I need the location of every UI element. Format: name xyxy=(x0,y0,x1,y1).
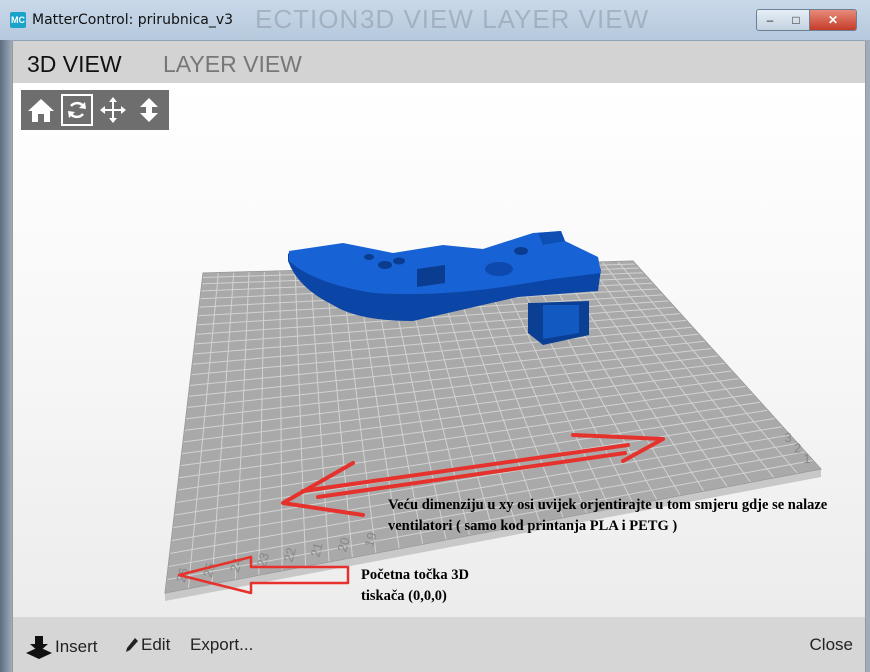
3d-viewport[interactable]: 26 25 24 23 22 21 20 19 123 Veću dimenzi… xyxy=(12,83,866,617)
window-left-border xyxy=(0,40,12,672)
view-controls-toolbar xyxy=(21,90,169,130)
close-window-button[interactable]: ✕ xyxy=(810,9,857,31)
orientation-note: Veću dimenziju u xy osi uvijek orjentira… xyxy=(388,497,828,534)
bed-label: 2 xyxy=(794,440,801,455)
view-tab-bar: 3D VIEW LAYER VIEW xyxy=(12,41,866,83)
tab-3d-view[interactable]: 3D VIEW xyxy=(27,51,122,78)
pencil-icon xyxy=(126,638,138,652)
insert-icon xyxy=(26,636,52,659)
origin-note-line-2: tiskača (0,0,0) xyxy=(361,588,447,604)
origin-note: Početna točka 3D tiskača (0,0,0) xyxy=(361,565,561,607)
export-label: Export... xyxy=(190,635,254,654)
window-title: MatterControl: prirubnica_v3 xyxy=(32,12,234,28)
origin-note-line-1: Početna točka 3D xyxy=(361,567,469,583)
zoom-icon xyxy=(140,98,158,122)
bed-label: 1 xyxy=(803,451,810,466)
background-window-tabs: 3D VIEW LAYER VIEW xyxy=(360,4,650,34)
tab-layer-view[interactable]: LAYER VIEW xyxy=(163,51,302,78)
bottom-action-bar: Insert Edit Export... Close xyxy=(12,617,866,672)
zoom-view-button[interactable] xyxy=(133,94,165,126)
app-icon: MC xyxy=(10,12,26,28)
close-button[interactable]: Close xyxy=(810,635,853,655)
edit-button[interactable]: Edit xyxy=(125,635,170,655)
home-view-button[interactable] xyxy=(25,94,57,126)
minimize-button[interactable]: – xyxy=(756,9,784,31)
insert-label: Insert xyxy=(55,637,98,656)
insert-button[interactable]: Insert xyxy=(25,635,98,659)
rotate-icon xyxy=(68,101,86,119)
close-label: Close xyxy=(809,635,853,654)
background-window-text: ECTION xyxy=(255,4,360,34)
rotate-view-button[interactable] xyxy=(61,94,93,126)
export-button[interactable]: Export... xyxy=(190,635,253,655)
maximize-button[interactable]: □ xyxy=(783,9,810,31)
home-icon xyxy=(28,99,54,122)
move-icon xyxy=(100,97,126,123)
window-titlebar: MC MatterControl: prirubnica_v3 ECTION 3… xyxy=(0,0,870,41)
bed-label: 3 xyxy=(785,430,792,445)
pan-view-button[interactable] xyxy=(97,94,129,126)
edit-label: Edit xyxy=(141,635,171,654)
